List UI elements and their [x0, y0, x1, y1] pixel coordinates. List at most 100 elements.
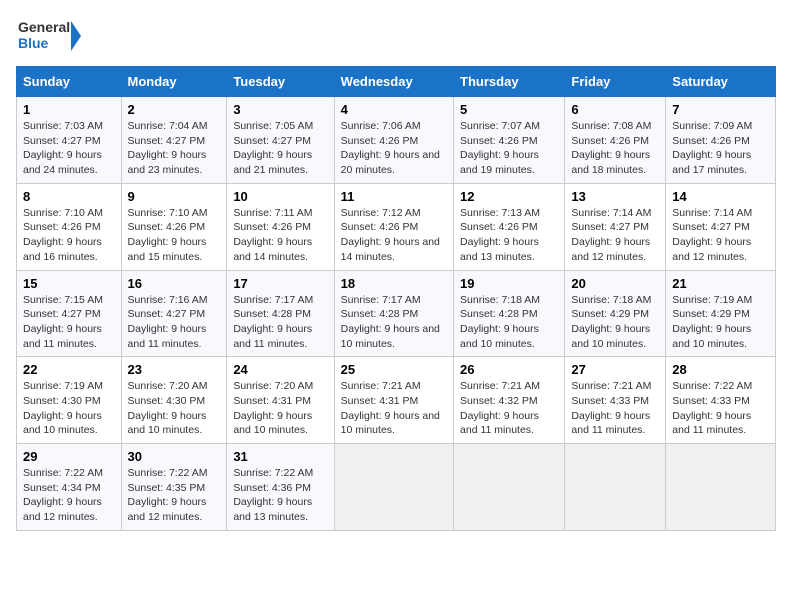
header-row: SundayMondayTuesdayWednesdayThursdayFrid… [17, 67, 776, 97]
calendar-cell [334, 444, 453, 531]
calendar-cell: 7 Sunrise: 7:09 AMSunset: 4:26 PMDaylight… [666, 97, 776, 184]
day-info: Sunrise: 7:19 AMSunset: 4:30 PMDaylight:… [23, 379, 115, 438]
day-number: 22 [23, 362, 115, 377]
calendar-cell: 8 Sunrise: 7:10 AMSunset: 4:26 PMDaylight… [17, 183, 122, 270]
svg-text:Blue: Blue [18, 35, 49, 51]
header-tuesday: Tuesday [227, 67, 334, 97]
calendar-cell: 22 Sunrise: 7:19 AMSunset: 4:30 PMDayligh… [17, 357, 122, 444]
day-info: Sunrise: 7:03 AMSunset: 4:27 PMDaylight:… [23, 119, 115, 178]
day-info: Sunrise: 7:05 AMSunset: 4:27 PMDaylight:… [233, 119, 327, 178]
calendar-cell: 5Sunrise: 7:07 AMSunset: 4:26 PMDaylight… [454, 97, 565, 184]
logo: GeneralBlue [16, 16, 86, 56]
week-row-2: 8 Sunrise: 7:10 AMSunset: 4:26 PMDaylight… [17, 183, 776, 270]
day-info: Sunrise: 7:22 AMSunset: 4:35 PMDaylight:… [128, 466, 221, 525]
header-friday: Friday [565, 67, 666, 97]
calendar-cell: 13Sunrise: 7:14 AMSunset: 4:27 PMDayligh… [565, 183, 666, 270]
calendar-header: SundayMondayTuesdayWednesdayThursdayFrid… [17, 67, 776, 97]
day-number: 11 [341, 189, 447, 204]
header-saturday: Saturday [666, 67, 776, 97]
calendar-cell: 30 Sunrise: 7:22 AMSunset: 4:35 PMDayligh… [121, 444, 227, 531]
day-number: 30 [128, 449, 221, 464]
day-number: 28 [672, 362, 769, 377]
calendar-cell: 27Sunrise: 7:21 AMSunset: 4:33 PMDayligh… [565, 357, 666, 444]
week-row-1: 1 Sunrise: 7:03 AMSunset: 4:27 PMDaylight… [17, 97, 776, 184]
week-row-3: 15 Sunrise: 7:15 AMSunset: 4:27 PMDayligh… [17, 270, 776, 357]
calendar-body: 1 Sunrise: 7:03 AMSunset: 4:27 PMDaylight… [17, 97, 776, 531]
day-info: Sunrise: 7:16 AMSunset: 4:27 PMDaylight:… [128, 293, 221, 352]
day-number: 5 [460, 102, 558, 117]
day-number: 16 [128, 276, 221, 291]
calendar-cell: 10Sunrise: 7:11 AMSunset: 4:26 PMDayligh… [227, 183, 334, 270]
calendar-cell: 19Sunrise: 7:18 AMSunset: 4:28 PMDayligh… [454, 270, 565, 357]
day-info: Sunrise: 7:22 AMSunset: 4:33 PMDaylight:… [672, 379, 769, 438]
day-number: 24 [233, 362, 327, 377]
header-monday: Monday [121, 67, 227, 97]
day-info: Sunrise: 7:22 AMSunset: 4:34 PMDaylight:… [23, 466, 115, 525]
day-number: 15 [23, 276, 115, 291]
calendar-cell: 6 Sunrise: 7:08 AMSunset: 4:26 PMDaylight… [565, 97, 666, 184]
calendar-cell: 31Sunrise: 7:22 AMSunset: 4:36 PMDayligh… [227, 444, 334, 531]
calendar-cell: 16 Sunrise: 7:16 AMSunset: 4:27 PMDayligh… [121, 270, 227, 357]
day-number: 10 [233, 189, 327, 204]
day-info: Sunrise: 7:14 AMSunset: 4:27 PMDaylight:… [672, 206, 769, 265]
calendar-cell: 11 Sunrise: 7:12 AMSunset: 4:26 PMDayligh… [334, 183, 453, 270]
day-info: Sunrise: 7:20 AMSunset: 4:30 PMDaylight:… [128, 379, 221, 438]
calendar-cell: 15 Sunrise: 7:15 AMSunset: 4:27 PMDayligh… [17, 270, 122, 357]
calendar-cell: 20Sunrise: 7:18 AMSunset: 4:29 PMDayligh… [565, 270, 666, 357]
calendar-cell [666, 444, 776, 531]
calendar-cell: 24Sunrise: 7:20 AMSunset: 4:31 PMDayligh… [227, 357, 334, 444]
day-number: 27 [571, 362, 659, 377]
day-number: 29 [23, 449, 115, 464]
day-number: 23 [128, 362, 221, 377]
day-info: Sunrise: 7:04 AMSunset: 4:27 PMDaylight:… [128, 119, 221, 178]
calendar-cell: 12Sunrise: 7:13 AMSunset: 4:26 PMDayligh… [454, 183, 565, 270]
calendar-cell: 21Sunrise: 7:19 AMSunset: 4:29 PMDayligh… [666, 270, 776, 357]
day-number: 1 [23, 102, 115, 117]
day-number: 26 [460, 362, 558, 377]
header-thursday: Thursday [454, 67, 565, 97]
day-number: 18 [341, 276, 447, 291]
day-info: Sunrise: 7:09 AMSunset: 4:26 PMDaylight:… [672, 119, 769, 178]
day-number: 31 [233, 449, 327, 464]
day-number: 21 [672, 276, 769, 291]
day-info: Sunrise: 7:18 AMSunset: 4:28 PMDaylight:… [460, 293, 558, 352]
day-number: 13 [571, 189, 659, 204]
day-number: 9 [128, 189, 221, 204]
day-number: 17 [233, 276, 327, 291]
day-info: Sunrise: 7:10 AMSunset: 4:26 PMDaylight:… [128, 206, 221, 265]
day-info: Sunrise: 7:06 AMSunset: 4:26 PMDaylight:… [341, 119, 447, 178]
day-info: Sunrise: 7:17 AMSunset: 4:28 PMDaylight:… [233, 293, 327, 352]
calendar-cell: 9 Sunrise: 7:10 AMSunset: 4:26 PMDaylight… [121, 183, 227, 270]
day-number: 6 [571, 102, 659, 117]
day-info: Sunrise: 7:21 AMSunset: 4:32 PMDaylight:… [460, 379, 558, 438]
calendar-cell: 26 Sunrise: 7:21 AMSunset: 4:32 PMDayligh… [454, 357, 565, 444]
calendar-cell: 2 Sunrise: 7:04 AMSunset: 4:27 PMDaylight… [121, 97, 227, 184]
day-info: Sunrise: 7:10 AMSunset: 4:26 PMDaylight:… [23, 206, 115, 265]
day-info: Sunrise: 7:12 AMSunset: 4:26 PMDaylight:… [341, 206, 447, 265]
svg-text:General: General [18, 19, 70, 35]
calendar-cell: 1 Sunrise: 7:03 AMSunset: 4:27 PMDaylight… [17, 97, 122, 184]
week-row-4: 22 Sunrise: 7:19 AMSunset: 4:30 PMDayligh… [17, 357, 776, 444]
calendar-cell: 17 Sunrise: 7:17 AMSunset: 4:28 PMDayligh… [227, 270, 334, 357]
day-info: Sunrise: 7:15 AMSunset: 4:27 PMDaylight:… [23, 293, 115, 352]
day-info: Sunrise: 7:21 AMSunset: 4:31 PMDaylight:… [341, 379, 447, 438]
calendar-cell: 23 Sunrise: 7:20 AMSunset: 4:30 PMDayligh… [121, 357, 227, 444]
calendar-cell: 4 Sunrise: 7:06 AMSunset: 4:26 PMDaylight… [334, 97, 453, 184]
day-info: Sunrise: 7:08 AMSunset: 4:26 PMDaylight:… [571, 119, 659, 178]
header-sunday: Sunday [17, 67, 122, 97]
logo-svg: GeneralBlue [16, 16, 86, 56]
calendar-table: SundayMondayTuesdayWednesdayThursdayFrid… [16, 66, 776, 531]
day-info: Sunrise: 7:13 AMSunset: 4:26 PMDaylight:… [460, 206, 558, 265]
day-number: 4 [341, 102, 447, 117]
day-number: 7 [672, 102, 769, 117]
calendar-cell: 28 Sunrise: 7:22 AMSunset: 4:33 PMDayligh… [666, 357, 776, 444]
day-number: 14 [672, 189, 769, 204]
day-number: 20 [571, 276, 659, 291]
day-number: 2 [128, 102, 221, 117]
calendar-cell: 25 Sunrise: 7:21 AMSunset: 4:31 PMDayligh… [334, 357, 453, 444]
calendar-cell [454, 444, 565, 531]
day-number: 25 [341, 362, 447, 377]
day-number: 8 [23, 189, 115, 204]
page-header: GeneralBlue [16, 16, 776, 56]
day-number: 3 [233, 102, 327, 117]
